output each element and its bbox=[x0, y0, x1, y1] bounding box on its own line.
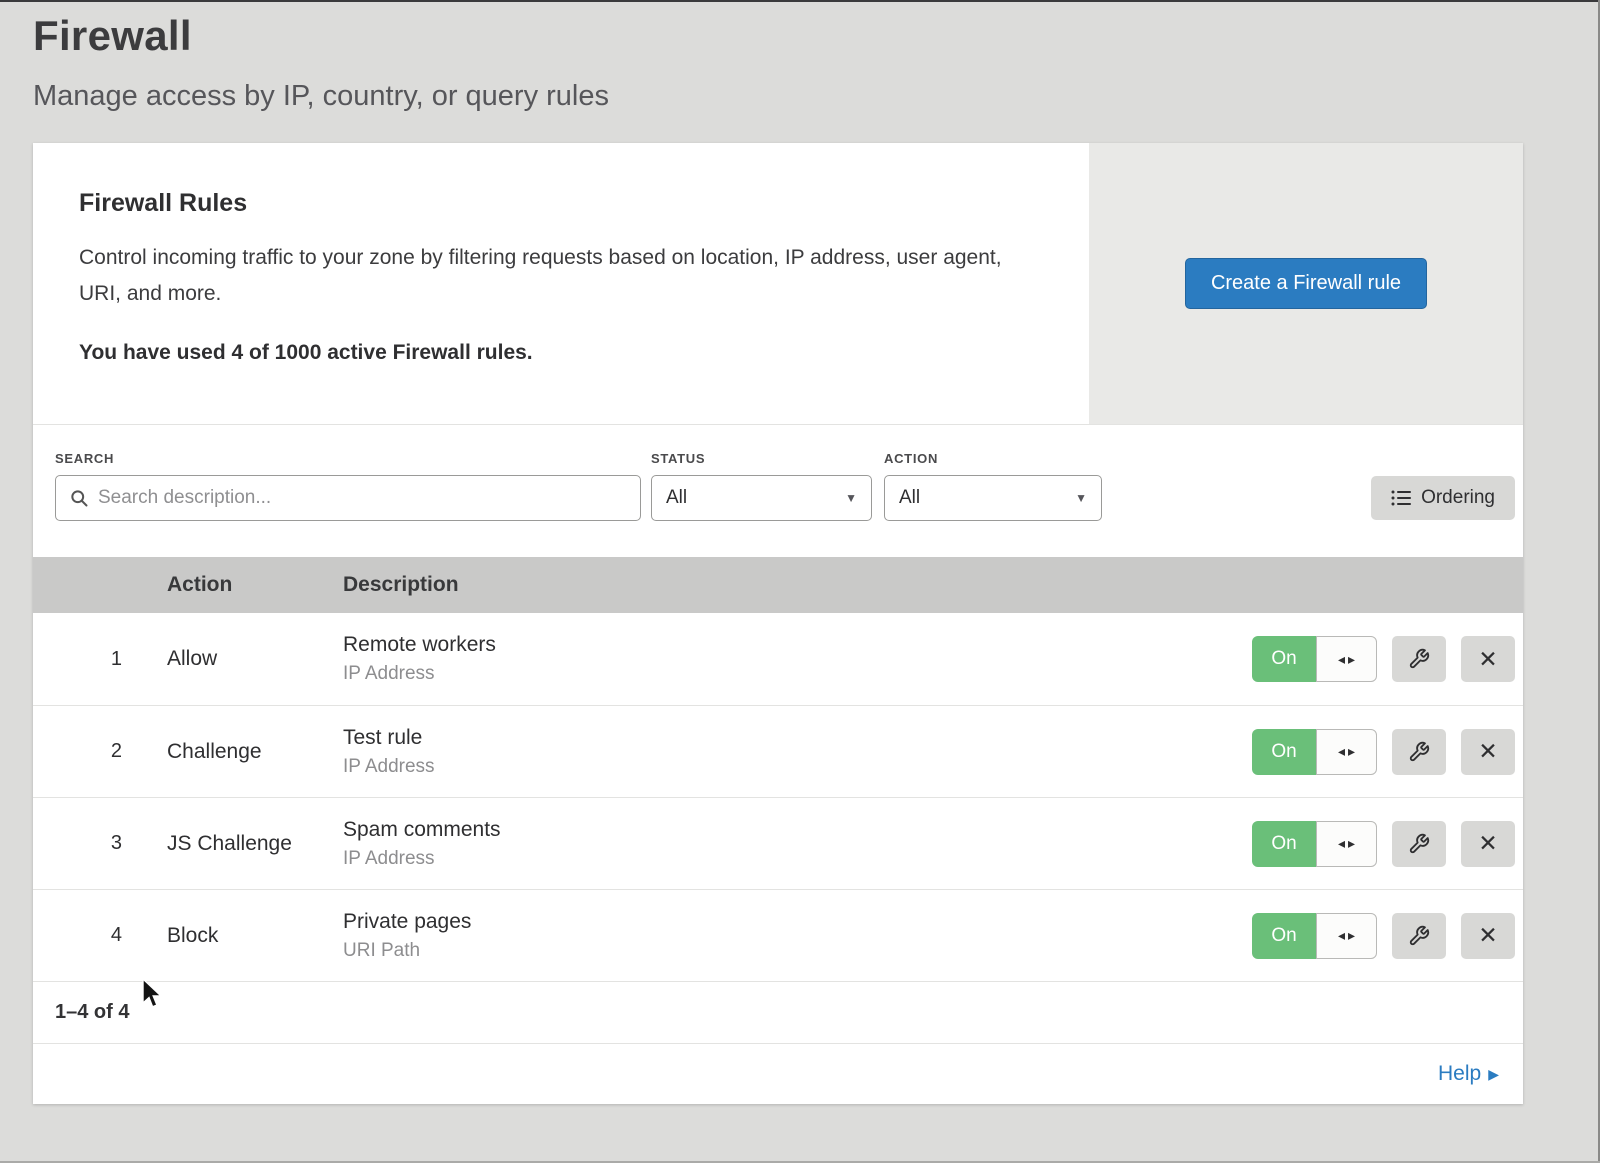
column-header-description: Description bbox=[343, 573, 1523, 597]
rule-controls: On ◂▸ ✕ bbox=[1252, 636, 1515, 682]
search-label: SEARCH bbox=[55, 451, 641, 466]
delete-rule-button[interactable]: ✕ bbox=[1461, 729, 1515, 775]
close-icon: ✕ bbox=[1478, 832, 1497, 855]
rule-number: 3 bbox=[33, 832, 167, 855]
edit-rule-button[interactable] bbox=[1392, 821, 1446, 867]
close-icon: ✕ bbox=[1478, 740, 1497, 763]
toggle-on-label: On bbox=[1252, 729, 1316, 775]
page-header: Firewall Manage access by IP, country, o… bbox=[0, 0, 1600, 113]
rule-description: Spam comments bbox=[343, 818, 1252, 842]
card-header-text: Firewall Rules Control incoming traffic … bbox=[33, 143, 1089, 424]
edit-rule-button[interactable] bbox=[1392, 729, 1446, 775]
rule-action: Block bbox=[167, 924, 343, 948]
edit-rule-button[interactable] bbox=[1392, 913, 1446, 959]
wrench-icon bbox=[1408, 648, 1430, 670]
status-label: STATUS bbox=[651, 451, 872, 466]
rule-number: 1 bbox=[33, 648, 167, 671]
help-bar: Help ▶ bbox=[33, 1043, 1523, 1104]
close-icon: ✕ bbox=[1478, 648, 1497, 671]
search-filter-group: SEARCH bbox=[55, 451, 641, 521]
action-select[interactable]: All ▼ bbox=[884, 475, 1102, 521]
filter-bar: SEARCH STATUS All ▼ ACTION All ▼ bbox=[33, 425, 1523, 557]
table-row: 4 Block Private pages URI Path On ◂▸ ✕ bbox=[33, 889, 1523, 981]
rule-field-type: IP Address bbox=[343, 756, 1252, 778]
search-box[interactable] bbox=[55, 475, 641, 521]
rule-enabled-toggle[interactable]: On ◂▸ bbox=[1252, 729, 1377, 775]
rule-controls: On ◂▸ ✕ bbox=[1252, 913, 1515, 959]
toggle-arrows-icon[interactable]: ◂▸ bbox=[1316, 636, 1377, 682]
toggle-on-label: On bbox=[1252, 913, 1316, 959]
edit-rule-button[interactable] bbox=[1392, 636, 1446, 682]
rule-description: Private pages bbox=[343, 910, 1252, 934]
toggle-arrows-icon[interactable]: ◂▸ bbox=[1316, 913, 1377, 959]
rule-controls: On ◂▸ ✕ bbox=[1252, 729, 1515, 775]
ordering-list-icon bbox=[1391, 489, 1411, 507]
rules-usage-text: You have used 4 of 1000 active Firewall … bbox=[79, 341, 1029, 365]
status-select[interactable]: All ▼ bbox=[651, 475, 872, 521]
rule-field-type: IP Address bbox=[343, 663, 1252, 685]
close-icon: ✕ bbox=[1478, 924, 1497, 947]
chevron-down-icon: ▼ bbox=[845, 491, 857, 505]
card-header: Firewall Rules Control incoming traffic … bbox=[33, 143, 1523, 425]
firewall-rules-card: Firewall Rules Control incoming traffic … bbox=[33, 143, 1523, 1104]
delete-rule-button[interactable]: ✕ bbox=[1461, 636, 1515, 682]
card-heading: Firewall Rules bbox=[79, 189, 1029, 218]
help-arrow-icon: ▶ bbox=[1488, 1066, 1499, 1083]
rule-action: Challenge bbox=[167, 740, 343, 764]
table-header-row: Action Description bbox=[33, 557, 1523, 613]
ordering-button[interactable]: Ordering bbox=[1371, 476, 1515, 520]
toggle-arrows-icon[interactable]: ◂▸ bbox=[1316, 821, 1377, 867]
table-row: 3 JS Challenge Spam comments IP Address … bbox=[33, 797, 1523, 889]
create-firewall-rule-button[interactable]: Create a Firewall rule bbox=[1185, 258, 1427, 309]
rule-enabled-toggle[interactable]: On ◂▸ bbox=[1252, 821, 1377, 867]
rule-action: Allow bbox=[167, 647, 343, 671]
action-filter-group: ACTION All ▼ bbox=[872, 451, 1102, 521]
ordering-button-label: Ordering bbox=[1421, 487, 1495, 509]
toggle-arrows-icon[interactable]: ◂▸ bbox=[1316, 729, 1377, 775]
wrench-icon bbox=[1408, 741, 1430, 763]
page-title: Firewall bbox=[33, 12, 1600, 60]
search-input[interactable] bbox=[98, 476, 640, 520]
rule-action: JS Challenge bbox=[167, 832, 343, 856]
rules-table: 1 Allow Remote workers IP Address On ◂▸ … bbox=[33, 613, 1523, 981]
rule-field-type: IP Address bbox=[343, 848, 1252, 870]
card-header-action-panel: Create a Firewall rule bbox=[1089, 143, 1523, 424]
wrench-icon bbox=[1408, 833, 1430, 855]
pagination: 1–4 of 4 bbox=[33, 981, 1523, 1043]
status-select-value: All bbox=[666, 487, 687, 509]
table-row: 2 Challenge Test rule IP Address On ◂▸ ✕ bbox=[33, 705, 1523, 797]
page-subtitle: Manage access by IP, country, or query r… bbox=[33, 80, 1600, 113]
action-label: ACTION bbox=[884, 451, 1102, 466]
help-link[interactable]: Help ▶ bbox=[1438, 1062, 1499, 1086]
rule-enabled-toggle[interactable]: On ◂▸ bbox=[1252, 913, 1377, 959]
rule-description: Remote workers bbox=[343, 633, 1252, 657]
rule-description: Test rule bbox=[343, 726, 1252, 750]
toggle-on-label: On bbox=[1252, 636, 1316, 682]
wrench-icon bbox=[1408, 925, 1430, 947]
search-icon bbox=[69, 488, 89, 508]
rule-controls: On ◂▸ ✕ bbox=[1252, 821, 1515, 867]
column-header-action: Action bbox=[167, 573, 343, 597]
rule-enabled-toggle[interactable]: On ◂▸ bbox=[1252, 636, 1377, 682]
rule-number: 4 bbox=[33, 924, 167, 947]
card-description: Control incoming traffic to your zone by… bbox=[79, 240, 1029, 311]
rule-field-type: URI Path bbox=[343, 940, 1252, 962]
chevron-down-icon: ▼ bbox=[1075, 491, 1087, 505]
toggle-on-label: On bbox=[1252, 821, 1316, 867]
help-link-label: Help bbox=[1438, 1062, 1481, 1086]
status-filter-group: STATUS All ▼ bbox=[641, 451, 872, 521]
table-row: 1 Allow Remote workers IP Address On ◂▸ … bbox=[33, 613, 1523, 705]
window-edge-top bbox=[0, 0, 1600, 2]
delete-rule-button[interactable]: ✕ bbox=[1461, 821, 1515, 867]
rule-number: 2 bbox=[33, 740, 167, 763]
delete-rule-button[interactable]: ✕ bbox=[1461, 913, 1515, 959]
action-select-value: All bbox=[899, 487, 920, 509]
